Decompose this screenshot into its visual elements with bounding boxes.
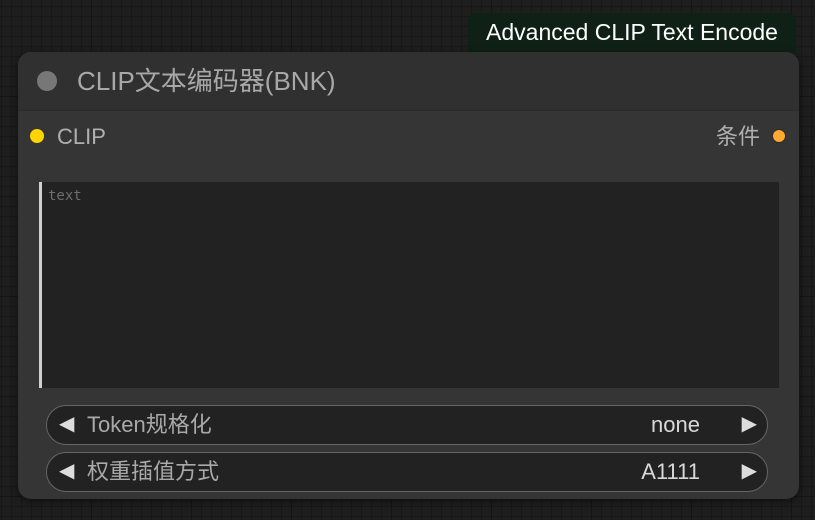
prompt-text-input[interactable] xyxy=(39,182,779,388)
increment-arrow-icon[interactable]: ▶ xyxy=(742,406,757,443)
combo-label: Token规格化 xyxy=(87,412,212,437)
weight-interpretation-combo[interactable]: ◀ 权重插值方式 A1111 ▶ xyxy=(46,452,768,492)
combo-label: 权重插值方式 xyxy=(87,459,220,484)
node-title: CLIP文本编码器(BNK) xyxy=(77,66,336,96)
collapse-toggle-icon[interactable] xyxy=(37,71,57,91)
token-normalization-combo[interactable]: ◀ Token规格化 none ▶ xyxy=(46,405,768,445)
conditioning-output-label: 条件 xyxy=(715,124,760,149)
node-source-badge: Advanced CLIP Text Encode xyxy=(468,13,796,52)
conditioning-output-slot-icon[interactable] xyxy=(772,129,786,143)
clip-text-encode-node[interactable]: CLIP文本编码器(BNK) CLIP 条件 ◀ Token规格化 none ▶… xyxy=(18,52,799,499)
clip-input-slot-icon[interactable] xyxy=(30,129,44,143)
combo-value[interactable]: A1111 xyxy=(641,453,700,490)
decrement-arrow-icon[interactable]: ◀ xyxy=(59,406,74,443)
increment-arrow-icon[interactable]: ▶ xyxy=(742,453,757,490)
decrement-arrow-icon[interactable]: ◀ xyxy=(59,453,74,490)
node-header[interactable]: CLIP文本编码器(BNK) xyxy=(18,52,799,111)
combo-value[interactable]: none xyxy=(651,406,700,443)
clip-input-label: CLIP xyxy=(57,124,106,149)
